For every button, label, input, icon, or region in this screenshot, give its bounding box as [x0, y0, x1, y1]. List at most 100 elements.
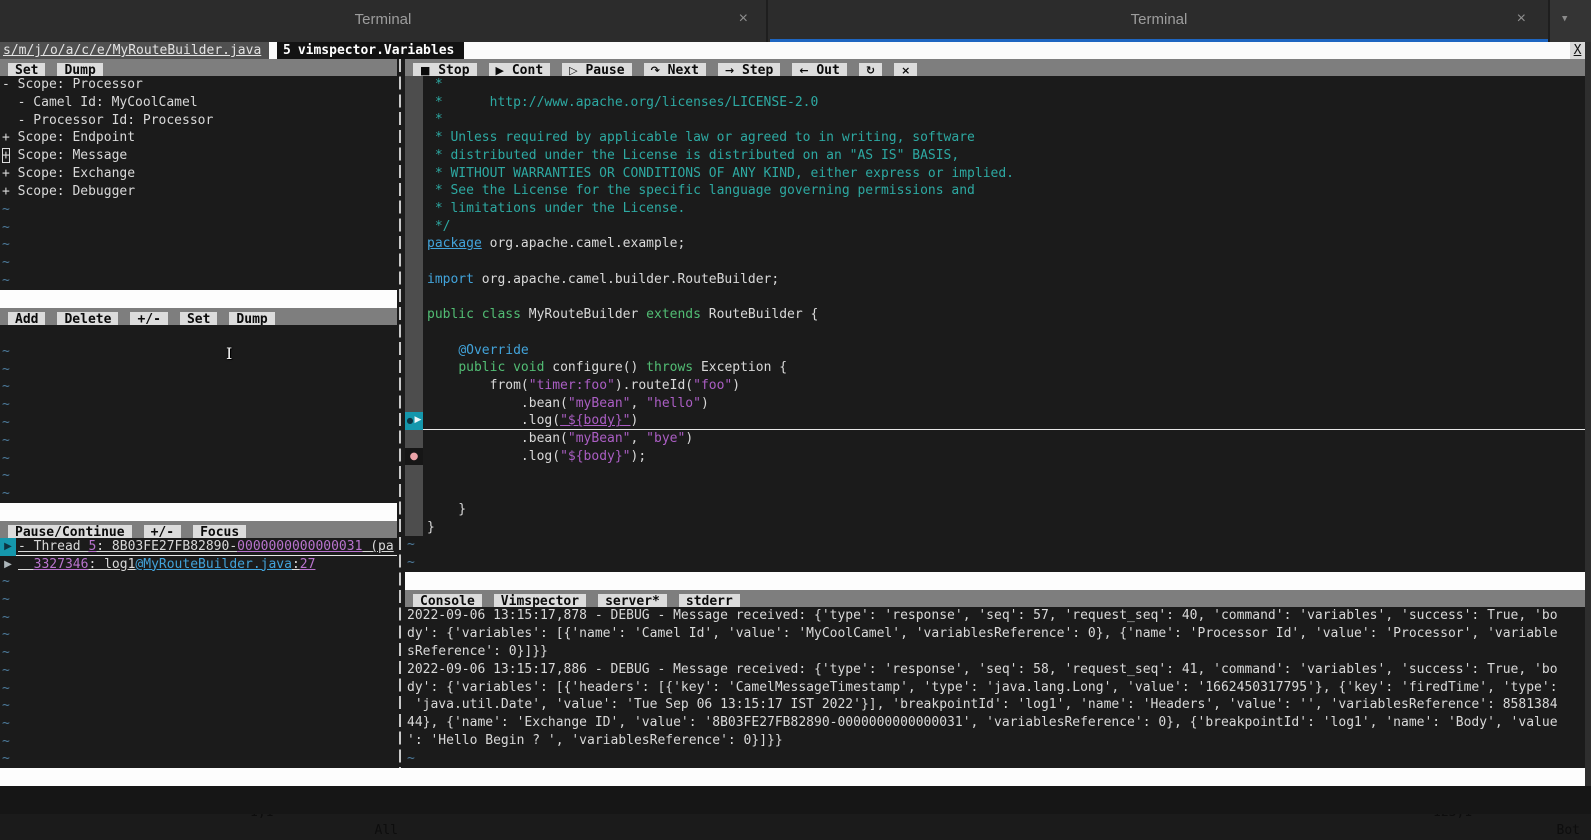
delete-button[interactable]: Delete: [57, 312, 118, 325]
console-line[interactable]: dy': {'variables': [{'name': 'Camel Id',…: [405, 625, 1585, 643]
scroll-indicator: Bot: [1557, 822, 1580, 840]
variables-row[interactable]: + Scope: Endpoint: [0, 129, 397, 147]
sign-column: [405, 235, 423, 253]
dump-button[interactable]: Dump: [229, 312, 274, 325]
code-line[interactable]: */: [405, 218, 1585, 236]
code-line[interactable]: [405, 465, 1585, 483]
tab-stderr[interactable]: stderr: [679, 594, 740, 607]
close-debugger-button[interactable]: ×: [894, 63, 917, 76]
code-line[interactable]: }: [405, 501, 1585, 519]
tab-vimspector-variables[interactable]: 5vimspector.Variables: [277, 42, 464, 59]
code-line[interactable]: .bean("myBean", "bye"): [405, 430, 1585, 448]
tilde: ~: [0, 432, 10, 450]
pause-button[interactable]: ▷ Pause: [562, 63, 631, 76]
tilde: ~: [0, 254, 10, 272]
stack-frame-row[interactable]: ▶ 3327346: log1@MyRouteBuilder.java:27: [0, 556, 397, 574]
code-line[interactable]: [405, 483, 1585, 501]
console-line[interactable]: dy': {'variables': [{'headers': [{'key':…: [405, 679, 1585, 697]
step-over-button[interactable]: ↷ Next: [644, 63, 706, 76]
stop-button[interactable]: ■ Stop: [413, 63, 477, 76]
sign-column: [405, 430, 423, 448]
breakpoint-sign[interactable]: ●: [405, 448, 423, 466]
code-line[interactable]: import org.apache.camel.builder.RouteBui…: [405, 271, 1585, 289]
code-line[interactable]: ● .log("${body}");: [405, 448, 1585, 466]
stack-frame-row[interactable]: ▶- Thread 5: 8B03FE27FB82890-00000000000…: [0, 538, 397, 556]
current-thread-sign[interactable]: ▶: [0, 538, 16, 556]
tab-server[interactable]: server*: [598, 594, 667, 607]
close-tab-icon[interactable]: X: [1570, 42, 1585, 59]
code-line[interactable]: * See the License for the specific langu…: [405, 182, 1585, 200]
code-line[interactable]: public class MyRouteBuilder extends Rout…: [405, 306, 1585, 324]
frame-sign[interactable]: ▶: [0, 556, 16, 574]
expand-collapse-button[interactable]: +/-: [130, 312, 167, 325]
step-into-button[interactable]: → Step: [718, 63, 780, 76]
code-line[interactable]: [405, 324, 1585, 342]
code-line[interactable]: *: [405, 76, 1585, 94]
code-line[interactable]: * distributed under the License is distr…: [405, 147, 1585, 165]
step-out-button[interactable]: ← Out: [792, 63, 847, 76]
vim-command-line[interactable]: [0, 786, 1591, 814]
variables-row[interactable]: - Processor Id: Processor: [0, 112, 397, 130]
focus-button[interactable]: Focus: [193, 525, 246, 538]
continue-button[interactable]: ▶ Cont: [489, 63, 551, 76]
code-line[interactable]: ●▶ .log("${body}"): [405, 412, 1585, 430]
code-line[interactable]: * WITHOUT WARRANTIES OR CONDITIONS OF AN…: [405, 165, 1585, 183]
close-icon[interactable]: ×: [739, 10, 748, 28]
pause-continue-button[interactable]: Pause/Continue: [8, 525, 132, 538]
code-line[interactable]: * http://www.apache.org/licenses/LICENSE…: [405, 94, 1585, 112]
console-line[interactable]: ': 'Hello Begin ? ', 'variablesReference…: [405, 732, 1585, 750]
console-line[interactable]: 'java.util.Date', 'value': 'Tue Sep 06 1…: [405, 696, 1585, 714]
code-line[interactable]: from("timer:foo").routeId("foo"): [405, 377, 1585, 395]
chevron-down-icon[interactable]: ▼: [1562, 14, 1567, 24]
variables-row[interactable]: + Scope: Exchange: [0, 165, 397, 183]
set-button[interactable]: Set: [180, 312, 217, 325]
line-text: .log("${body}");: [423, 448, 646, 466]
button-label: Console: [420, 594, 475, 607]
code-line[interactable]: [405, 288, 1585, 306]
tilde: ~: [0, 591, 10, 609]
step-into-button-icon: →: [725, 64, 734, 76]
code-line[interactable]: * Unless required by applicable law or a…: [405, 129, 1585, 147]
code-line[interactable]: @Override: [405, 342, 1585, 360]
code-line[interactable]: *: [405, 111, 1585, 129]
current-line-sign[interactable]: ●▶: [405, 412, 423, 430]
console-line[interactable]: 2022-09-06 13:15:17,878 - DEBUG - Messag…: [405, 607, 1585, 625]
debug-toolbar: ■ Stop ▶ Cont ▷ Pause ↷ Next → Step ← Out ↻ ×: [405, 59, 1585, 76]
close-icon[interactable]: ×: [1517, 10, 1526, 28]
line-text: - Scope: Processor: [0, 76, 143, 94]
variables-row[interactable]: - Scope: Processor: [0, 76, 397, 94]
tab-vimspector[interactable]: Vimspector: [494, 594, 586, 607]
button-label: Focus: [200, 525, 239, 538]
tab-myroutebuilder[interactable]: s/m/j/o/a/c/e/MyRouteBuilder.java: [0, 42, 269, 59]
set-button[interactable]: Set: [8, 63, 45, 76]
terminal-tab-1[interactable]: Terminal ×: [0, 0, 768, 42]
variables-row[interactable]: + Scope: Message: [0, 147, 397, 165]
terminal-tab-2[interactable]: Terminal ×: [770, 0, 1548, 42]
line-text: - Camel Id: MyCoolCamel: [0, 94, 198, 112]
watches-row[interactable]: [0, 325, 397, 343]
tab-console[interactable]: Console: [413, 594, 482, 607]
restart-button[interactable]: ↻: [859, 63, 882, 76]
line-text: 'java.util.Date', 'value': 'Tue Sep 06 1…: [405, 696, 1558, 714]
watches-row: ~: [0, 450, 397, 468]
code-line[interactable]: package org.apache.camel.example;: [405, 235, 1585, 253]
console-line[interactable]: sReference': 0}]}}: [405, 643, 1585, 661]
code-line[interactable]: [405, 253, 1585, 271]
watches-row: ~: [0, 396, 397, 414]
watches-window: ~~~~~~~~~: [0, 325, 397, 503]
expand-collapse-button[interactable]: +/-: [144, 525, 181, 538]
add-button[interactable]: Add: [8, 312, 45, 325]
variables-row[interactable]: - Camel Id: MyCoolCamel: [0, 94, 397, 112]
window-separator[interactable]: [399, 59, 401, 768]
code-line[interactable]: }: [405, 519, 1585, 537]
code-line[interactable]: public void configure() throws Exception…: [405, 359, 1585, 377]
console-line[interactable]: 2022-09-06 13:15:17,886 - DEBUG - Messag…: [405, 661, 1585, 679]
line-text: import org.apache.camel.builder.RouteBui…: [423, 271, 779, 289]
tilde: ~: [0, 361, 10, 379]
code-line[interactable]: .bean("myBean", "hello"): [405, 395, 1585, 413]
console-line[interactable]: 44}, {'name': 'Exchange ID', 'value': '8…: [405, 714, 1585, 732]
variables-row[interactable]: + Scope: Debugger: [0, 183, 397, 201]
code-line[interactable]: * limitations under the License.: [405, 200, 1585, 218]
code-line: ~: [405, 536, 1585, 554]
dump-button[interactable]: Dump: [57, 63, 102, 76]
